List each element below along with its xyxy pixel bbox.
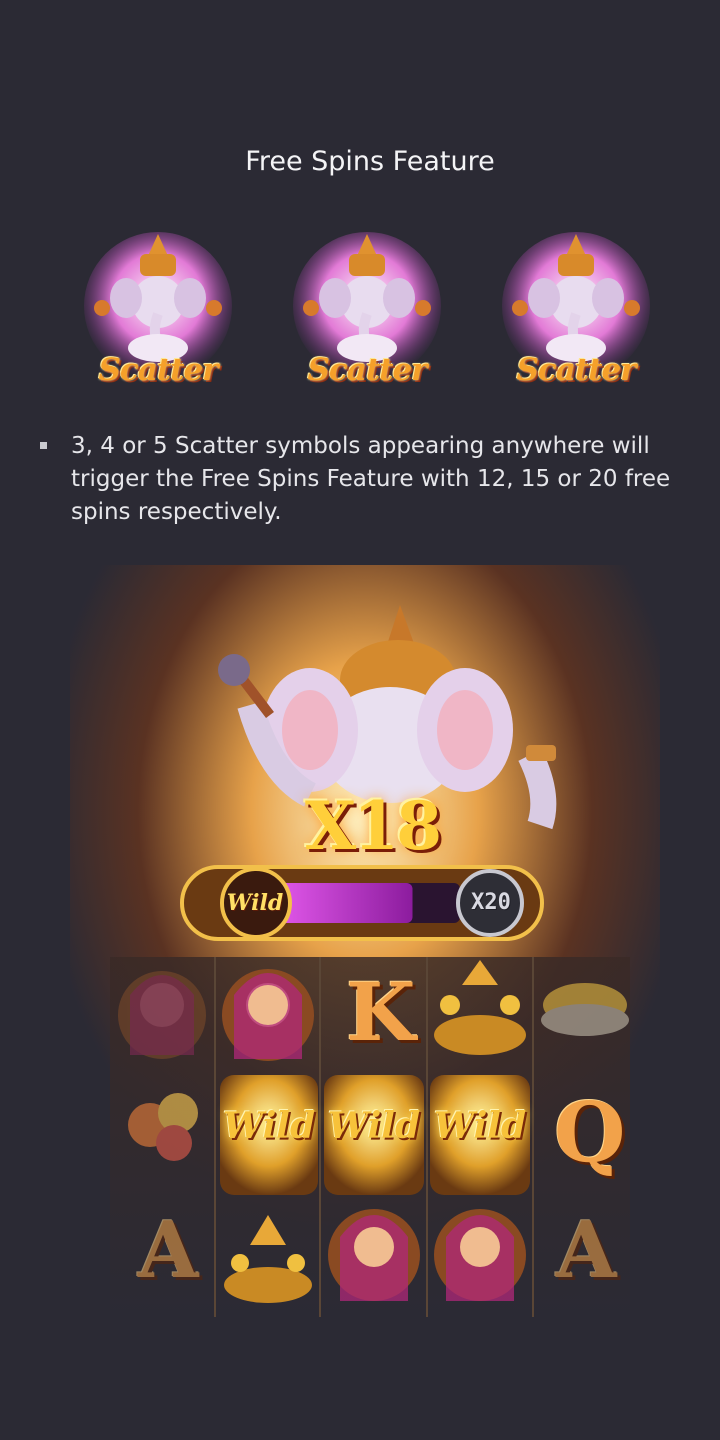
rule-text: 3, 4 or 5 Scatter symbols appearing anyw…: [71, 433, 671, 525]
scatter-symbol: Scatter: [498, 228, 654, 390]
bullet-icon: [40, 442, 47, 449]
scatter-label: Scatter: [307, 352, 427, 388]
game-screenshot: X18 Wild X20 K Q A A Wild Wild Wild: [70, 565, 660, 1335]
q-symbol: Q: [554, 1085, 626, 1181]
multiplier-display: X18: [304, 787, 442, 865]
wild-label: Wild: [222, 1105, 316, 1147]
woman-symbol-icon: [222, 969, 314, 1061]
wild-meter-start-label: Wild: [226, 890, 284, 916]
wild-label: Wild: [327, 1105, 421, 1147]
wild-meter-end-label: X20: [471, 890, 511, 915]
woman-symbol-icon: [118, 971, 206, 1059]
scatter-label: Scatter: [98, 352, 218, 388]
a-symbol: A: [138, 1205, 199, 1296]
k-symbol: K: [346, 965, 416, 1059]
scatter-symbol-row: Scatter Scatter Scatter: [80, 228, 660, 393]
scatter-symbol: Scatter: [289, 228, 445, 390]
scatter-symbol: Scatter: [80, 228, 236, 390]
spice-bowl-icon: [541, 983, 629, 1036]
rules-list: 3, 4 or 5 Scatter symbols appearing anyw…: [40, 430, 680, 529]
rule-item: 3, 4 or 5 Scatter symbols appearing anyw…: [40, 430, 680, 529]
wild-label: Wild: [433, 1105, 527, 1147]
woman-symbol-icon: [328, 1209, 420, 1301]
section-title: Free Spins Feature: [245, 146, 495, 177]
woman-symbol-icon: [434, 1209, 526, 1301]
scatter-label: Scatter: [516, 352, 636, 388]
paytable-page: Free Spins Feature Scatter Scatter Scatt…: [0, 0, 720, 1440]
a-symbol: A: [556, 1205, 617, 1296]
